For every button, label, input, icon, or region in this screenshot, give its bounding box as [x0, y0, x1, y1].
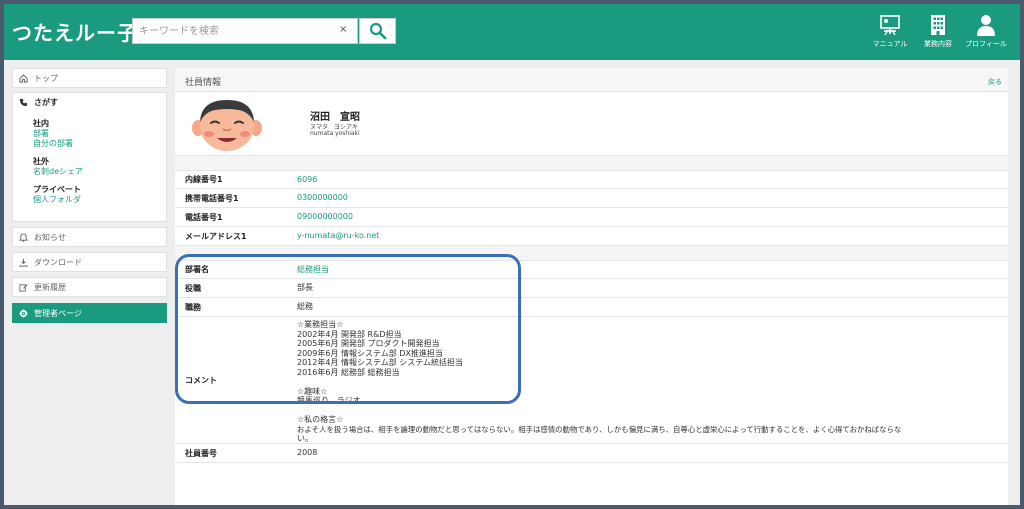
sidebar-link-my-department[interactable]: 自分の部署	[13, 139, 166, 149]
info-row-comment: コメント ☆業務担当☆ 2002年4月 開発部 R&D担当 2005年6月 開発…	[175, 317, 1008, 444]
comment-line	[297, 406, 996, 416]
employee-number-label: 社員番号	[185, 448, 217, 458]
clear-search-icon[interactable]: ×	[339, 24, 347, 35]
employee-name: 沼田 宣昭	[310, 112, 360, 123]
gear-icon	[19, 308, 28, 318]
comment-line: 競馬巡り、ラジオ	[297, 396, 361, 405]
employee-name-roman: numata yoshiaki	[310, 130, 360, 137]
comment-line: 2016年6月 総務部 総務担当	[297, 367, 400, 377]
duty-value: 総務	[297, 302, 313, 312]
manual-icon	[880, 15, 900, 36]
info-row-phone: 電話番号1 09000000000	[175, 208, 1008, 227]
employee-number-value: 2008	[297, 448, 318, 458]
comment-line: い。	[297, 434, 313, 443]
sidebar-item-admin[interactable]: 管理者ページ	[12, 303, 167, 323]
profile-icon	[977, 15, 995, 36]
info-row-duty: 職務 総務	[175, 298, 1008, 317]
info-row-email: メールアドレス1 y-numata@ru-ko.net	[175, 227, 1008, 246]
back-link[interactable]: 戻る	[988, 77, 1002, 87]
phone-icon	[19, 98, 28, 106]
sidebar-link-department[interactable]: 部署	[13, 129, 166, 139]
sidebar-search-label: さがす	[34, 97, 58, 107]
sidebar-notice-label: お知らせ	[34, 232, 66, 242]
app-window: つたえルー子 × マニュアル	[4, 4, 1020, 505]
comment-line: 2009年6月 情報システム部 DX推進担当	[297, 348, 443, 358]
department-label: 部署名	[185, 265, 209, 274]
info-row-mobile: 携帯電話番号1 0300000000	[175, 189, 1008, 208]
phone-value[interactable]: 09000000000	[297, 212, 1008, 222]
sidebar-link-business-cards[interactable]: 名刺deシェア	[13, 167, 166, 177]
duty-label: 職務	[185, 302, 201, 312]
info-row-employee-number: 社員番号 2008	[175, 444, 1008, 463]
section-divider	[175, 156, 1008, 170]
section-divider	[175, 246, 1008, 260]
info-row-department: 部署名 総務担当	[175, 260, 1008, 279]
email-value[interactable]: y-numata@ru-ko.net	[297, 231, 1008, 241]
profile-label: プロフィール	[965, 40, 1007, 48]
phone-label: 電話番号1	[185, 212, 223, 222]
comment-line: ☆趣味☆	[297, 386, 328, 396]
sidebar-history-label: 更新履歴	[34, 282, 66, 292]
sidebar-admin-label: 管理者ページ	[34, 308, 82, 318]
comment-label: コメント	[185, 375, 217, 385]
business-label: 業務内容	[924, 40, 952, 48]
category-title: 社外	[33, 157, 49, 166]
edit-icon	[19, 283, 28, 292]
home-icon	[19, 73, 28, 83]
search-box: ×	[132, 18, 358, 44]
bell-icon	[19, 232, 28, 242]
info-row-extension: 内線番号1 6096	[175, 170, 1008, 189]
sidebar-download-label: ダウンロード	[34, 257, 82, 267]
comment-line: およそ人を扱う場合は、相手を論理の動物だと思ってはならない。相手は感情の動物であ…	[297, 424, 902, 434]
position-value: 部長	[297, 283, 313, 293]
search-input[interactable]	[133, 19, 333, 43]
profile-button[interactable]: プロフィール	[960, 14, 1012, 49]
sidebar-item-notice[interactable]: お知らせ	[12, 227, 167, 247]
mobile-value[interactable]: 0300000000	[297, 193, 1008, 203]
email-label: メールアドレス1	[185, 231, 247, 241]
sidebar-item-download[interactable]: ダウンロード	[12, 252, 167, 272]
comment-line: 2005年6月 開発部 プロダクト開発担当	[297, 339, 440, 348]
sidebar-search-header: さがす	[13, 93, 166, 111]
sidebar-link-personal-folder[interactable]: 個人フォルダ	[13, 195, 166, 205]
comment-value: ☆業務担当☆ 2002年4月 開発部 R&D担当 2005年6月 開発部 プロダ…	[297, 317, 1008, 444]
business-button[interactable]: 業務内容	[912, 14, 964, 49]
page-title: 社員情報	[185, 78, 222, 88]
comment-line	[297, 377, 996, 387]
extension-label: 内線番号1	[185, 175, 223, 184]
category-title: 社内	[33, 119, 49, 128]
search-button[interactable]	[359, 18, 396, 44]
sidebar-item-top[interactable]: トップ	[12, 68, 167, 88]
avatar	[192, 100, 262, 151]
comment-line: 2012年4月 情報システム部 システム統括担当	[297, 358, 464, 367]
employee-detail-panel: 社員情報 戻る 沼田 宣昭 ヌマタ ヨシアキ numata yoshiaki 内…	[175, 68, 1008, 505]
category-title: プライベート	[33, 185, 81, 194]
manual-button[interactable]: マニュアル	[864, 14, 916, 49]
manual-label: マニュアル	[872, 40, 908, 48]
app-header: つたえルー子 × マニュアル	[4, 4, 1020, 60]
business-icon	[931, 15, 945, 35]
extension-value[interactable]: 6096	[297, 175, 1008, 185]
search-icon	[369, 22, 386, 40]
download-icon	[19, 258, 28, 267]
info-row-position: 役職 部長	[175, 279, 1008, 298]
sidebar-top-label: トップ	[34, 73, 58, 83]
profile-section: 沼田 宣昭 ヌマタ ヨシアキ numata yoshiaki	[175, 92, 1008, 156]
sidebar-item-history[interactable]: 更新履歴	[12, 277, 167, 297]
position-label: 役職	[185, 283, 201, 293]
comment-line: 2002年4月 開発部 R&D担当	[297, 329, 402, 339]
sidebar-search-section: さがす 社内 部署 自分の部署 社外 名刺deシェア プライベート 個人フォルダ	[12, 92, 167, 222]
comment-line: ☆業務担当☆	[297, 320, 344, 329]
mobile-label: 携帯電話番号1	[185, 193, 239, 203]
app-logo[interactable]: つたえルー子	[12, 17, 138, 46]
comment-line: ☆私の格言☆	[297, 415, 344, 424]
department-value[interactable]: 総務担当	[297, 265, 1008, 275]
panel-title-bar: 社員情報 戻る	[175, 68, 1008, 92]
